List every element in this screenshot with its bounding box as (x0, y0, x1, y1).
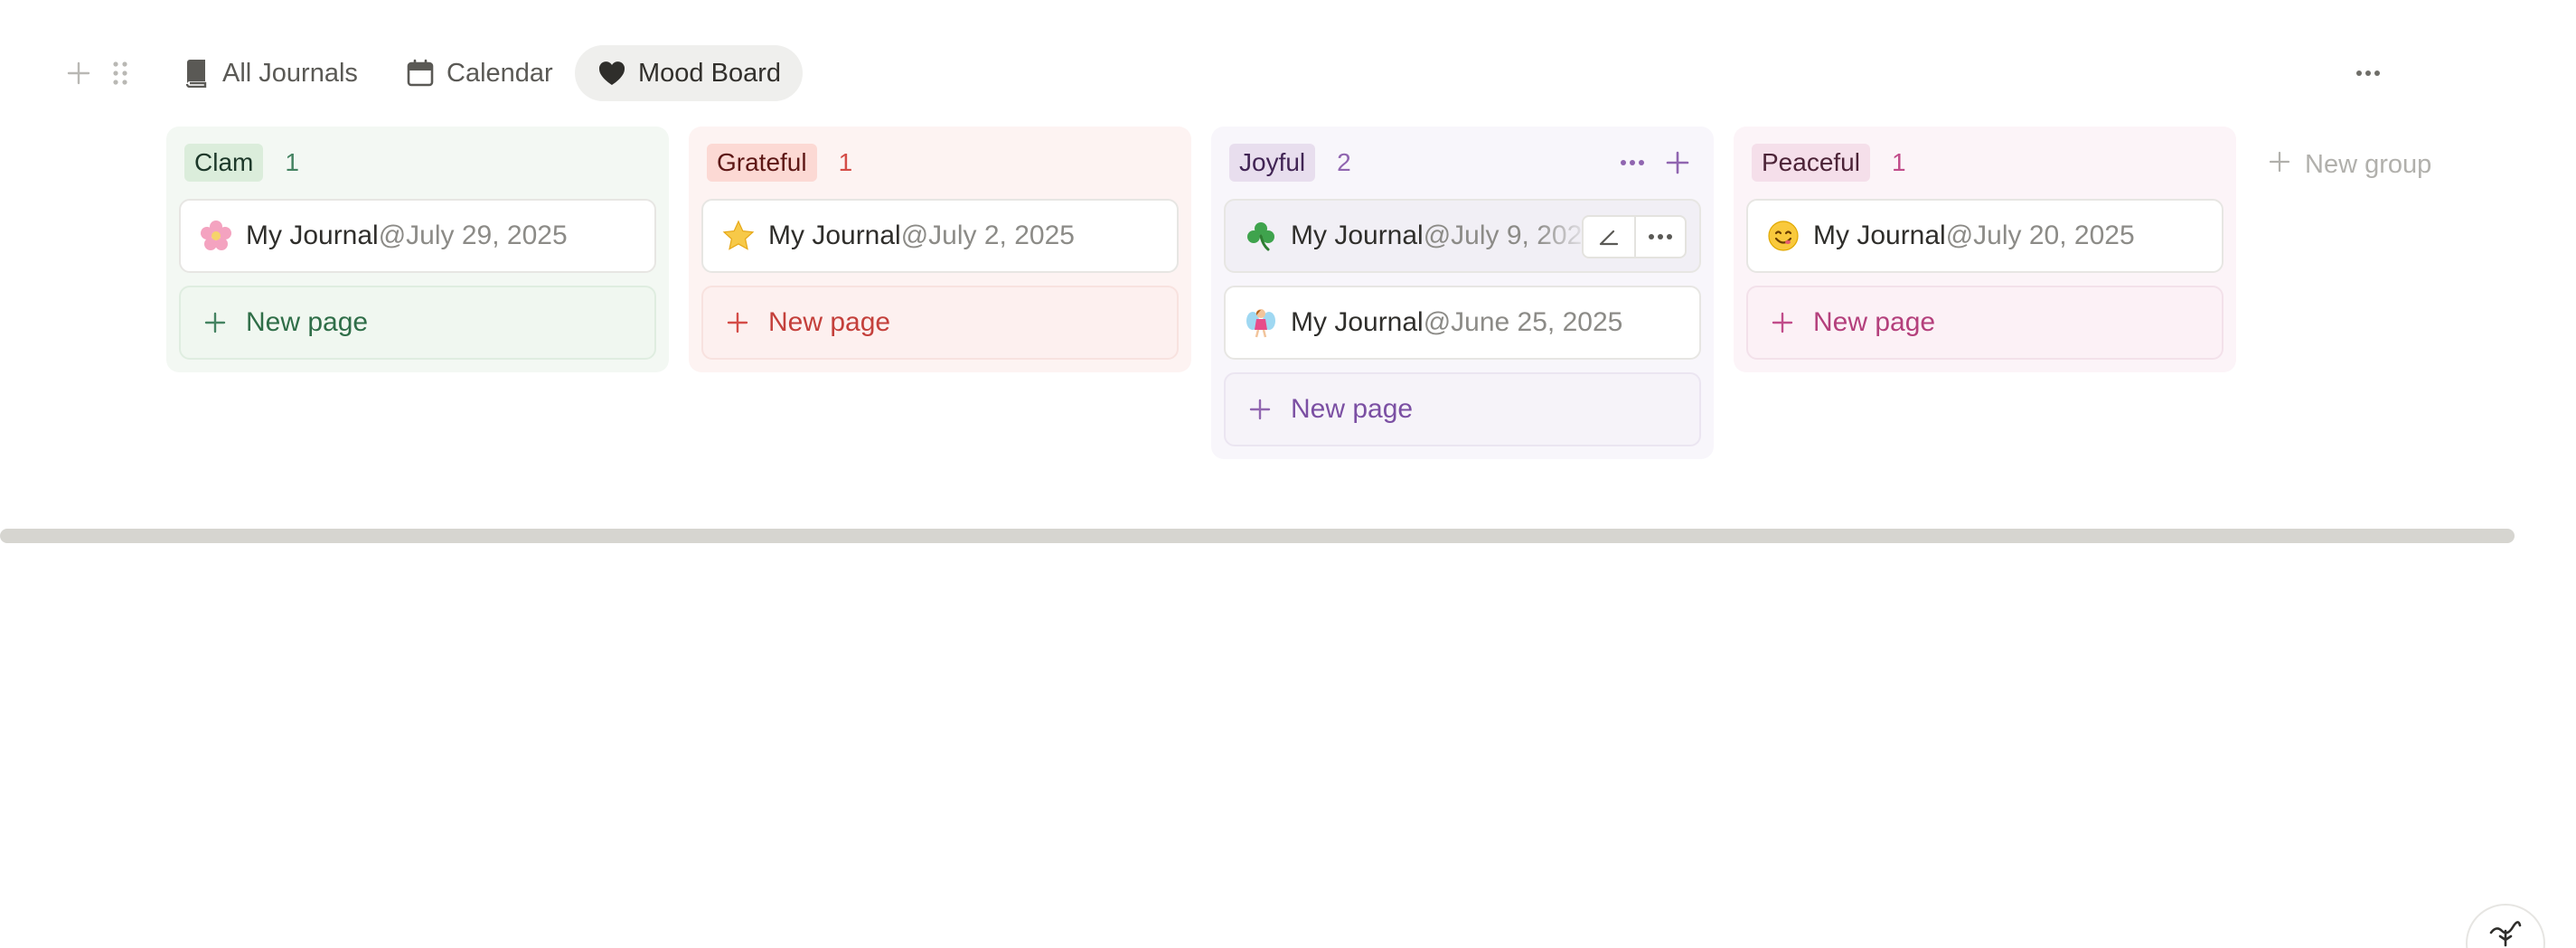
group-tag[interactable]: Joyful (1229, 144, 1316, 182)
tab-label: Calendar (447, 58, 553, 88)
add-block-icon[interactable] (65, 60, 92, 87)
card-date: @July 2, 2025 (900, 221, 1075, 250)
plus-icon (2269, 150, 2290, 180)
group-more-icon[interactable] (1616, 146, 1649, 179)
plus-icon (1772, 306, 1793, 339)
tab-label: All Journals (222, 58, 358, 88)
journal-card[interactable]: My Journal @June 25, 2025 (1224, 286, 1701, 360)
plus-icon (204, 306, 226, 339)
group-header: Peaceful 1 (1746, 127, 2223, 199)
card-date: @July 29, 2025 (378, 221, 568, 250)
assistant-icon[interactable] (2466, 904, 2545, 948)
card-date: @June 25, 2025 (1423, 307, 1623, 337)
tab-mood-board[interactable]: Mood Board (575, 45, 803, 101)
journal-card[interactable]: My Journal @July 2, 2025 (701, 199, 1179, 273)
new-page-button[interactable]: New page (1224, 372, 1701, 446)
clover-icon (1244, 219, 1278, 253)
new-group-label: New group (2305, 150, 2432, 179)
group-actions (1616, 146, 1701, 179)
horizontal-scrollbar[interactable] (0, 529, 2515, 543)
new-page-label: New page (1291, 394, 1414, 424)
more-options-icon[interactable] (2350, 58, 2386, 89)
plus-icon (727, 306, 748, 339)
card-hover-actions (1582, 215, 1687, 258)
group-tag[interactable]: Peaceful (1752, 144, 1870, 182)
journal-card[interactable]: My Journal @July 20, 2025 (1746, 199, 2223, 273)
group-header: Grateful 1 (701, 127, 1179, 199)
fairy-icon (1244, 305, 1278, 340)
group-add-icon[interactable] (1661, 146, 1694, 179)
tab-all-journals[interactable]: All Journals (159, 45, 380, 101)
group-header: Joyful 2 (1224, 127, 1701, 199)
tab-calendar[interactable]: Calendar (383, 45, 575, 101)
group-header: Clam 1 (179, 127, 656, 199)
heart-icon (597, 58, 627, 89)
group-count: 1 (285, 148, 299, 176)
new-page-button[interactable]: New page (1746, 286, 2223, 360)
plus-icon (1249, 393, 1271, 426)
card-title: My Journal (246, 221, 379, 250)
new-page-label: New page (768, 307, 891, 337)
group-tag[interactable]: Grateful (707, 144, 817, 182)
card-title: My Journal (1291, 307, 1424, 337)
group-count: 1 (1891, 148, 1906, 176)
board-group-clam: Clam 1 My Journal @July 29, 2025 New page (166, 127, 669, 372)
card-title: My Journal (1813, 221, 1946, 250)
flower-icon (199, 219, 233, 253)
new-page-label: New page (1813, 307, 1936, 337)
tab-label: Mood Board (638, 58, 781, 88)
board-group-joyful: Joyful 2 My Journal @July 9, 2025 My Jou… (1211, 127, 1714, 459)
board-group-peaceful: Peaceful 1 My Journal @July 20, 2025 New … (1734, 127, 2236, 372)
card-more-icon[interactable] (1634, 217, 1685, 257)
edit-pencil-icon[interactable] (1584, 217, 1634, 257)
new-page-label: New page (246, 307, 369, 337)
calendar-icon (405, 58, 436, 89)
new-page-button[interactable]: New page (701, 286, 1179, 360)
journal-card[interactable]: My Journal @July 9, 2025 (1224, 199, 1701, 273)
view-tabs-bar: All Journals Calendar Mood Board (0, 43, 2576, 103)
drag-handle-icon[interactable] (107, 60, 134, 87)
new-group-button[interactable]: New group (2269, 150, 2431, 180)
card-date: @July 20, 2025 (1945, 221, 2135, 250)
smile-icon (1766, 219, 1800, 253)
card-title: My Journal (768, 221, 901, 250)
journal-card[interactable]: My Journal @July 29, 2025 (179, 199, 656, 273)
star-icon (721, 219, 756, 253)
new-page-button[interactable]: New page (179, 286, 656, 360)
board-group-grateful: Grateful 1 My Journal @July 2, 2025 New p… (689, 127, 1191, 372)
book-icon (181, 58, 212, 89)
card-title: My Journal (1291, 221, 1424, 250)
group-count: 1 (838, 148, 853, 176)
group-tag[interactable]: Clam (184, 144, 264, 182)
group-count: 2 (1337, 148, 1351, 176)
